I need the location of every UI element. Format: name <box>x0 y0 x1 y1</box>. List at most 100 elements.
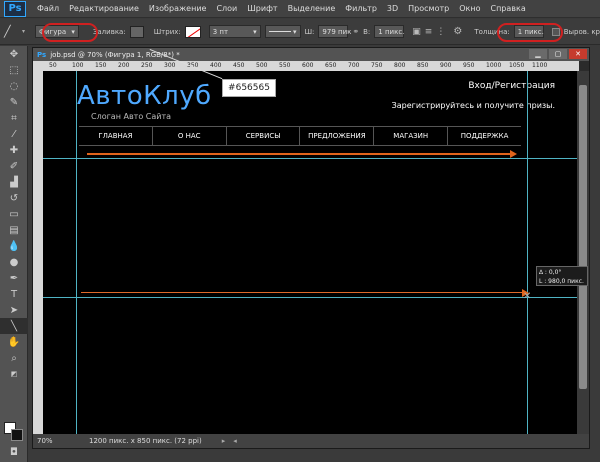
status-bar: 70% 1200 пикс. x 850 пикс. (72 ppi) ▸ ◂ <box>33 434 589 448</box>
default-colors-icon[interactable]: ◩ <box>0 366 28 382</box>
site-nav-offers: ПРЕДЛОЖЕНИЯ <box>300 127 375 145</box>
ruler-tick-label: 900 <box>440 62 452 69</box>
lasso-tool-icon[interactable]: ◌ <box>0 78 28 94</box>
eyedropper-tool-icon[interactable]: ⁄ <box>0 126 28 142</box>
history-brush-icon[interactable]: ↺ <box>0 190 28 206</box>
ruler-tick-label: 750 <box>371 62 383 69</box>
line-shape[interactable] <box>87 150 517 158</box>
brush-tool-icon[interactable]: ✐ <box>0 158 28 174</box>
background-color-swatch[interactable] <box>11 429 23 441</box>
site-slogan: Слоган Авто Сайта <box>91 112 172 121</box>
scroll-left-icon[interactable]: ◂ <box>233 437 237 445</box>
menu-type[interactable]: Шрифт <box>242 4 282 13</box>
photoshop-window: Ps Файл Редактирование Изображение Слои … <box>0 0 600 462</box>
gear-icon[interactable]: ⚙ <box>453 26 462 37</box>
ruler-tick-label: 1000 <box>486 62 502 69</box>
menu-select[interactable]: Выделение <box>283 4 341 13</box>
hand-tool-icon[interactable]: ✋ <box>0 334 28 350</box>
tools-panel: ✥ ⬚ ◌ ✎ ⌗ ⁄ ✚ ✐ ▟ ↺ ▭ ▤ 💧 ● ✒ T ➤ ╲ ✋ ⌕ … <box>0 46 28 462</box>
link-icon[interactable]: ⚭ <box>352 27 359 36</box>
blur-tool-icon[interactable]: 💧 <box>0 238 28 254</box>
ps-doc-icon: Ps <box>37 50 47 59</box>
ruler-tick-label: 500 <box>256 62 268 69</box>
zoom-level[interactable]: 70% <box>37 437 65 445</box>
line-tool-icon[interactable]: ╱ <box>4 25 18 38</box>
gradient-tool-icon[interactable]: ▤ <box>0 222 28 238</box>
height-label: В: <box>363 27 371 36</box>
line-tool-icon[interactable]: ╲ <box>0 318 28 334</box>
path-select-tool-icon[interactable]: ➤ <box>0 302 28 318</box>
scrollbar-thumb[interactable] <box>579 85 587 389</box>
quick-select-tool-icon[interactable]: ✎ <box>0 94 28 110</box>
ruler-tick-label: 200 <box>118 62 130 69</box>
align-icon[interactable]: ≡ <box>425 27 433 37</box>
eraser-tool-icon[interactable]: ▭ <box>0 206 28 222</box>
path-ops-icon[interactable]: ▣ <box>412 27 421 37</box>
chevron-down-icon[interactable]: ▾ <box>22 28 25 35</box>
menu-window[interactable]: Окно <box>454 4 485 13</box>
length-readout: L : 980,0 пикс. <box>539 278 584 285</box>
ruler-tick-label: 650 <box>325 62 337 69</box>
horizontal-ruler: 5010015020025030035040045050055060065070… <box>43 61 579 71</box>
guide-line <box>527 71 528 435</box>
maximize-button[interactable]: ▢ <box>549 49 567 59</box>
menu-help[interactable]: Справка <box>485 4 530 13</box>
measurement-tooltip: ∆ : 0,0° L : 980,0 пикс. <box>536 266 588 286</box>
menu-filter[interactable]: Фильтр <box>340 4 382 13</box>
play-icon[interactable]: ▸ <box>222 437 226 445</box>
stamp-tool-icon[interactable]: ▟ <box>0 174 28 190</box>
move-tool-icon[interactable]: ✥ <box>0 46 28 62</box>
weight-highlight <box>497 23 563 42</box>
site-login-link: Вход/Регистрация <box>468 81 555 91</box>
close-button[interactable]: ✕ <box>569 49 587 59</box>
document-window: Ps job.psd @ 70% (Фигура 1, RGB/8*) * ▁ … <box>32 47 590 449</box>
document-info: 1200 пикс. x 850 пикс. (72 ppi) <box>89 437 202 445</box>
crop-tool-icon[interactable]: ⌗ <box>0 110 28 126</box>
line-shape-drawing[interactable] <box>81 289 529 297</box>
stroke-color-swatch[interactable] <box>184 25 201 38</box>
width-label: Ш: <box>304 27 315 36</box>
guide-line <box>76 71 77 435</box>
arrange-icon[interactable]: ⋮ <box>436 27 445 37</box>
menu-image[interactable]: Изображение <box>144 4 212 13</box>
ruler-tick-label: 850 <box>417 62 429 69</box>
ruler-tick-label: 300 <box>164 62 176 69</box>
ruler-tick-label: 1050 <box>509 62 525 69</box>
width-input[interactable]: 979 пик <box>318 25 351 38</box>
stroke-type-select[interactable]: ▾ <box>264 25 301 38</box>
marquee-tool-icon[interactable]: ⬚ <box>0 62 28 78</box>
menu-file[interactable]: Файл <box>32 4 64 13</box>
fill-color-swatch[interactable] <box>129 25 144 38</box>
pen-tool-icon[interactable]: ✒ <box>0 270 28 286</box>
color-callout: #656565 <box>222 79 276 97</box>
height-input[interactable]: 1 пикс. <box>374 25 404 38</box>
ruler-tick-label: 50 <box>49 62 57 69</box>
ruler-tick-label: 450 <box>233 62 245 69</box>
minimize-button[interactable]: ▁ <box>529 49 547 59</box>
canvas[interactable]: АвтоКлуб Слоган Авто Сайта Вход/Регистра… <box>43 71 577 435</box>
healing-tool-icon[interactable]: ✚ <box>0 142 28 158</box>
menu-view[interactable]: Просмотр <box>403 4 454 13</box>
menu-3d[interactable]: 3D <box>382 4 403 13</box>
vertical-scrollbar[interactable] <box>577 71 589 435</box>
stroke-width-input[interactable]: 3 пт ▾ <box>208 25 261 38</box>
mode-highlight <box>42 23 98 42</box>
guide-line <box>43 297 577 298</box>
angle-readout: ∆ : 0,0° <box>539 269 562 276</box>
site-nav-shop: МАГАЗИН <box>374 127 449 145</box>
stroke-label: Штрих: <box>153 27 181 36</box>
site-nav-support: ПОДДЕРЖКА <box>460 132 509 140</box>
ruler-tick-label: 400 <box>210 62 222 69</box>
ruler-tick-label: 950 <box>463 62 475 69</box>
menu-edit[interactable]: Редактирование <box>64 4 144 13</box>
quick-mask-icon[interactable]: ◘ <box>0 444 28 460</box>
site-nav-about: О НАС <box>153 127 227 145</box>
type-tool-icon[interactable]: T <box>0 286 28 302</box>
photoshop-logo: Ps <box>4 0 26 17</box>
menu-layers[interactable]: Слои <box>211 4 242 13</box>
zoom-tool-icon[interactable]: ⌕ <box>0 350 28 366</box>
ruler-tick-label: 1100 <box>532 62 548 69</box>
dodge-tool-icon[interactable]: ● <box>0 254 28 270</box>
ruler-tick-label: 800 <box>394 62 406 69</box>
document-tab[interactable]: Ps job.psd @ 70% (Фигура 1, RGB/8*) * ▁ … <box>33 48 589 61</box>
